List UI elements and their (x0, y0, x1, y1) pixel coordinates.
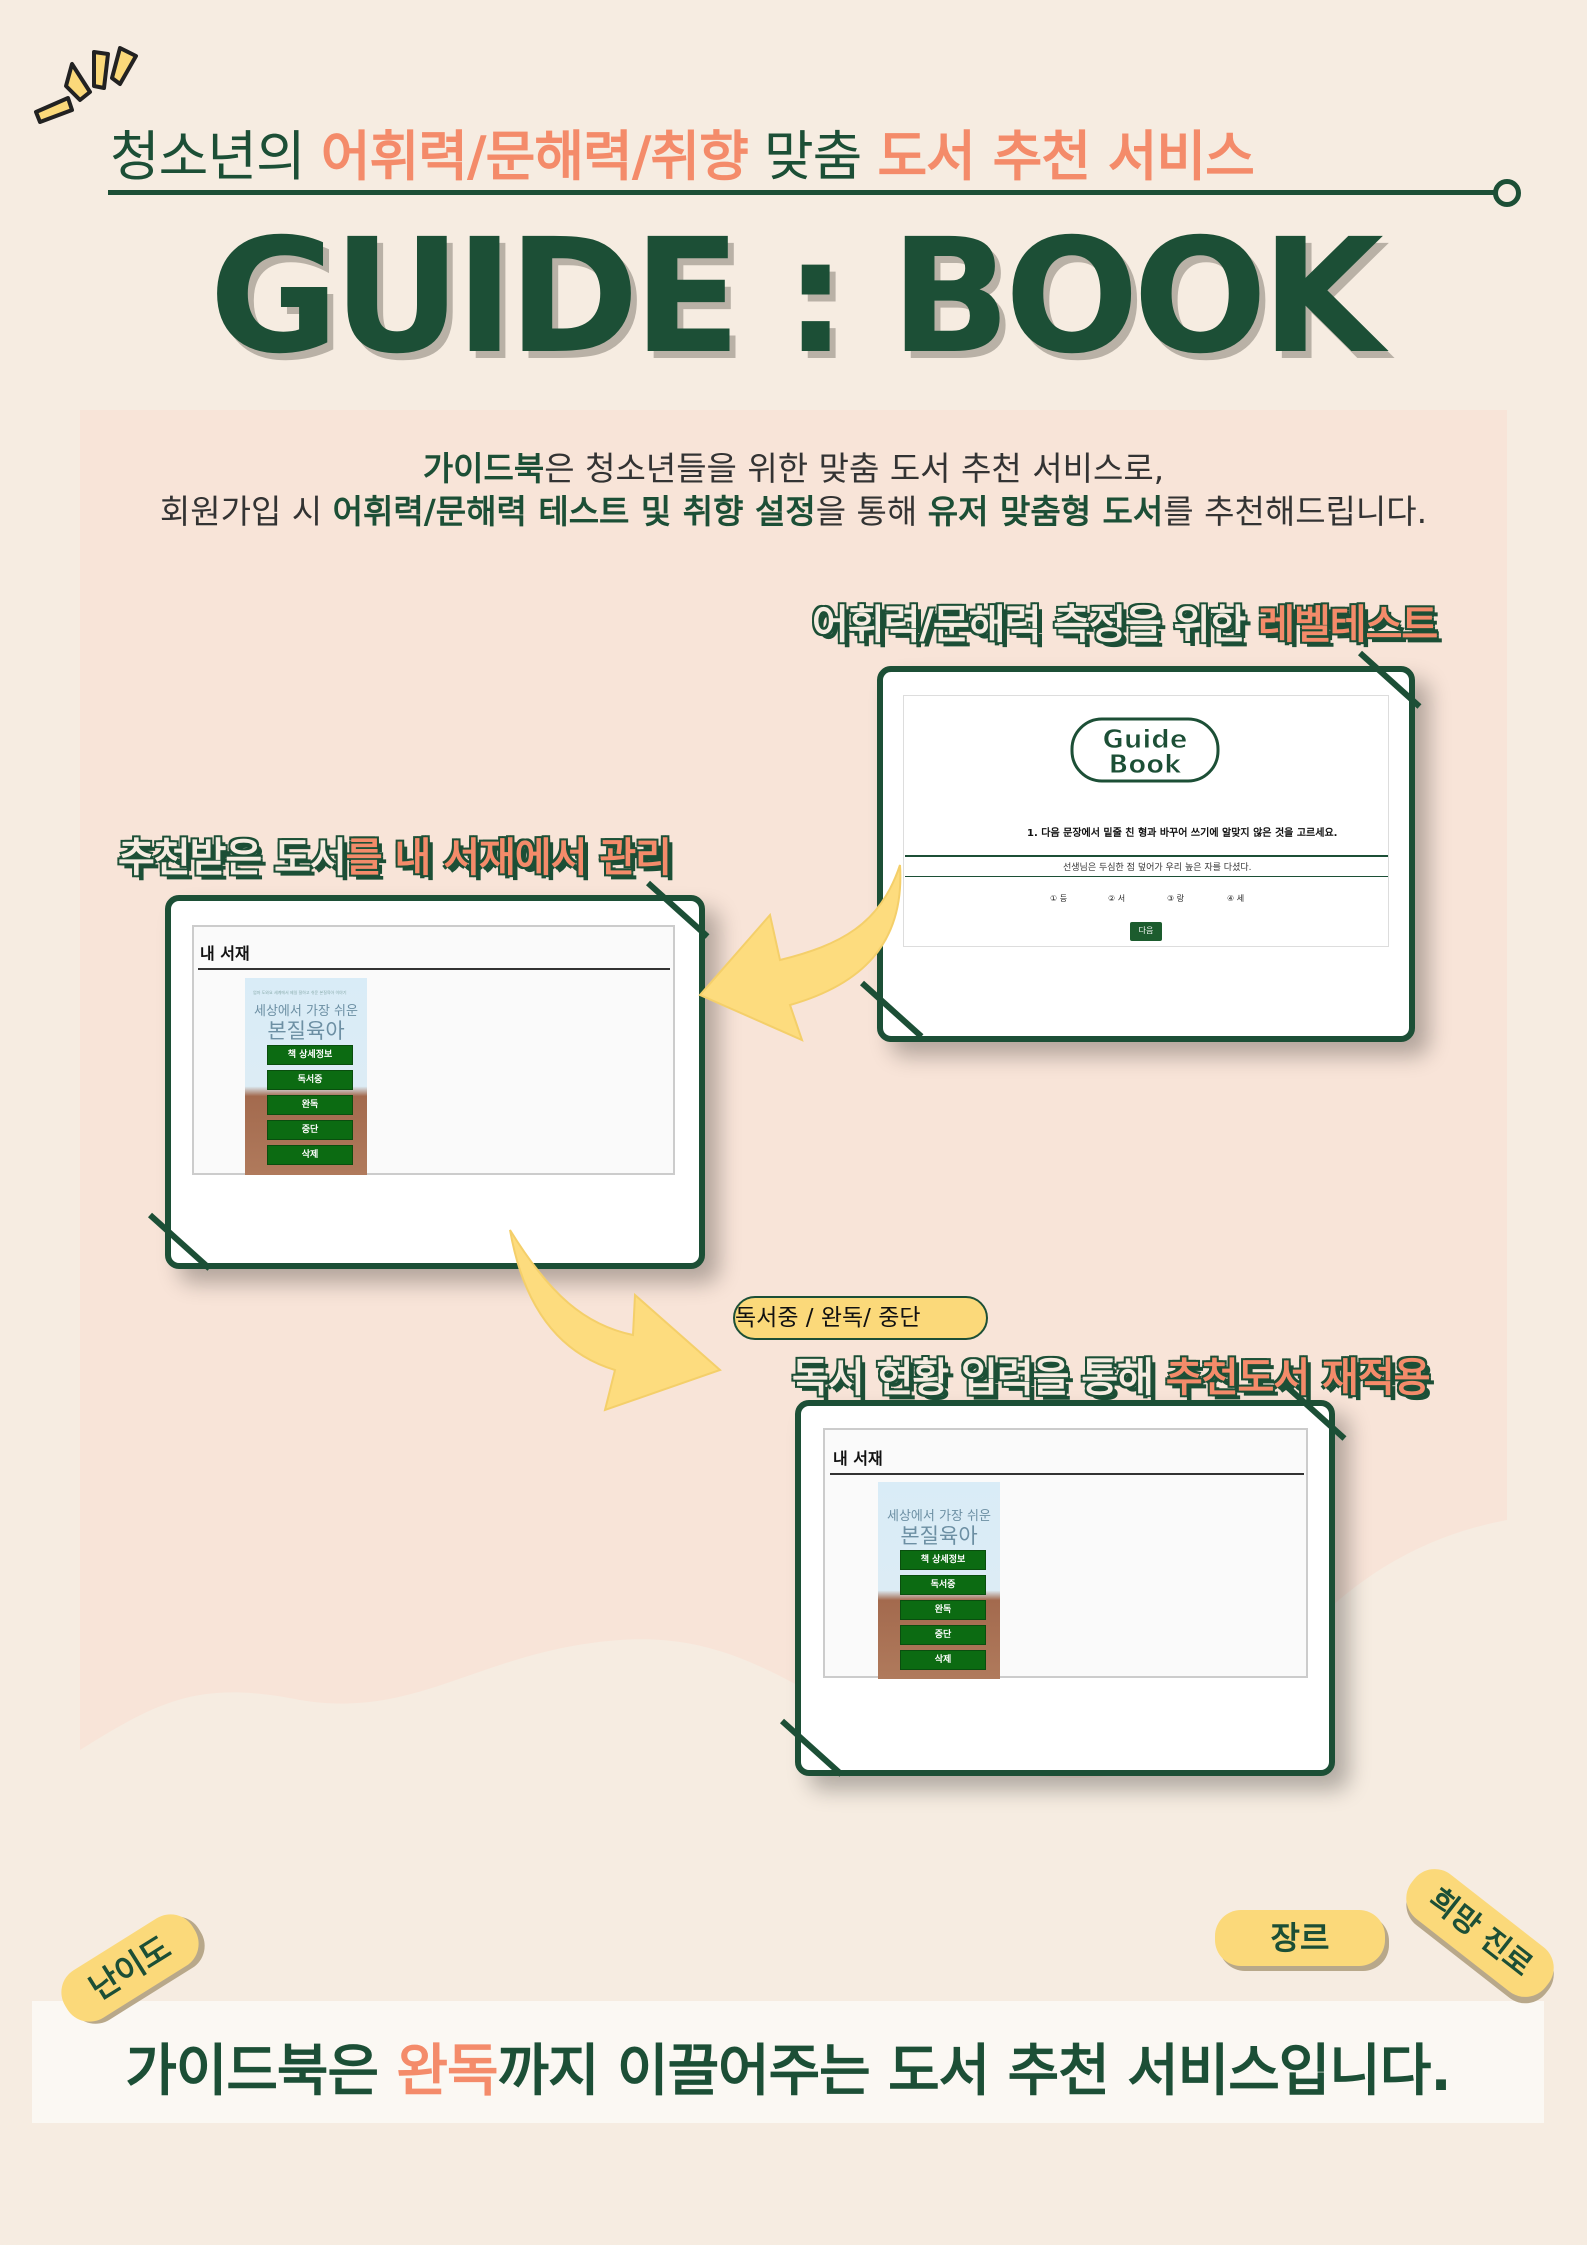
intro-line-2: 회원가입 시 어휘력/문해력 테스트 및 취향 설정을 통해 유저 맞춤형 도서… (0, 491, 1587, 534)
intro-2c: 을 통해 (815, 491, 928, 531)
stopped-button[interactable]: 중단 (267, 1120, 353, 1140)
curved-arrow-icon (698, 864, 902, 1042)
option-3[interactable]: ③ 랑 (1167, 893, 1184, 904)
finished-button[interactable]: 완독 (900, 1600, 986, 1620)
stopped-button[interactable]: 중단 (900, 1625, 986, 1645)
intro-2e: 를 추천해드립니다. (1163, 491, 1428, 531)
book-detail-button[interactable]: 책 상세정보 (900, 1550, 986, 1570)
book-title-line-2: 본질육아 (900, 1524, 978, 1548)
guidebook-logo: Guide Book (1070, 717, 1220, 783)
section-title-status: 독서 현황 입력을 통해 추천도서 재적용 (792, 1345, 1430, 1403)
sentence-divider (905, 876, 1388, 877)
reading-button[interactable]: 독서중 (267, 1070, 353, 1090)
level-test-title-b: 측정을 위한 (1053, 602, 1259, 648)
intro-2a: 회원가입 시 (159, 491, 333, 531)
shelf-title-b: 를 (345, 835, 395, 881)
shelf-title-c: 내 서재에서 관리 (394, 835, 671, 881)
level-test-title-a: 어휘력/문해력 (812, 602, 1054, 648)
bookshelf-divider (830, 1473, 1304, 1475)
status-title-a: 독서 현황 입력 (792, 1355, 1034, 1401)
footer-text-a: 가이드북은 (125, 2039, 397, 2104)
bookshelf-title: 내 서재 (200, 944, 250, 963)
intro-2d: 유저 맞춤형 도서 (927, 491, 1164, 531)
delete-button[interactable]: 삭제 (900, 1650, 986, 1670)
genre-tag: 장르 (1215, 1910, 1385, 1966)
option-2[interactable]: ② 서 (1108, 893, 1125, 904)
book-small-text: 엄마 도와요 세계에서 제일 잘하고 쉬운 본질육아 이야기 (253, 990, 347, 995)
intro-2b: 어휘력/문해력 테스트 및 취향 설정 (332, 491, 816, 531)
curved-arrow-icon (509, 1229, 722, 1412)
test-sentence: 선생님은 두심한 점 덮어가 우리 높은 자를 다셨다. (1063, 863, 1252, 873)
header-divider (108, 190, 1508, 195)
subtitle-part-1: 청소년의 (110, 125, 321, 188)
status-title-b: 을 통해 (1032, 1355, 1166, 1401)
option-1[interactable]: ① 등 (1050, 893, 1067, 904)
intro-text: 가이드북은 청소년들을 위한 맞춤 도서 추천 서비스로, 회원가입 시 어휘력… (0, 448, 1587, 534)
header-divider-dot (1493, 179, 1521, 207)
book-detail-button[interactable]: 책 상세정보 (267, 1045, 353, 1065)
intro-brand: 가이드북 (422, 449, 545, 488)
question-divider (905, 855, 1388, 857)
footer-text-c: 까지 이끌어주는 도서 추천 서비스입니다. (497, 2039, 1452, 2104)
delete-button[interactable]: 삭제 (267, 1145, 353, 1165)
bookshelf-title: 내 서재 (833, 1449, 883, 1468)
footer-text-b: 완독 (396, 2039, 498, 2104)
section-title-shelf: 추천받은 도서를 내 서재에서 관리 (118, 825, 672, 883)
option-4[interactable]: ④ 세 (1227, 893, 1244, 904)
footer-slogan: 가이드북은 완독까지 이끌어주는 도서 추천 서비스입니다. (32, 2026, 1544, 2107)
section-title-level-test: 어휘력/문해력 측정을 위한 레벨테스트 (812, 592, 1438, 650)
logo-line-2: Book (1109, 750, 1183, 780)
level-test-title-c: 레벨테스트 (1258, 602, 1438, 648)
bookshelf-divider (198, 968, 670, 970)
subtitle-part-2: 어휘력/문해력/취향 (320, 125, 749, 188)
next-button[interactable]: 다음 (1130, 922, 1162, 941)
reading-status-bubble: 독서중 / 완독/ 중단 (733, 1296, 988, 1340)
reading-button[interactable]: 독서중 (900, 1575, 986, 1595)
test-question: 1. 다음 문장에서 밑줄 친 형과 바꾸어 쓰기에 알맞지 않은 것을 고르세… (1027, 828, 1338, 839)
intro-line-1-rest: 은 청소년들을 위한 맞춤 도서 추천 서비스로, (544, 449, 1165, 488)
page-title: GUIDE : BOOK (209, 205, 1384, 389)
service-subtitle: 청소년의 어휘력/문해력/취향 맞춤 도서 추천 서비스 (110, 112, 1255, 191)
subtitle-part-3: 맞춤 (747, 125, 878, 188)
subtitle-part-4: 도서 추천 서비스 (877, 125, 1254, 188)
shelf-title-a: 추천받은 도서 (118, 835, 347, 881)
finished-button[interactable]: 완독 (267, 1095, 353, 1115)
book-title-line-2: 본질육아 (267, 1019, 345, 1043)
intro-line-1: 가이드북은 청소년들을 위한 맞춤 도서 추천 서비스로, (0, 448, 1587, 491)
